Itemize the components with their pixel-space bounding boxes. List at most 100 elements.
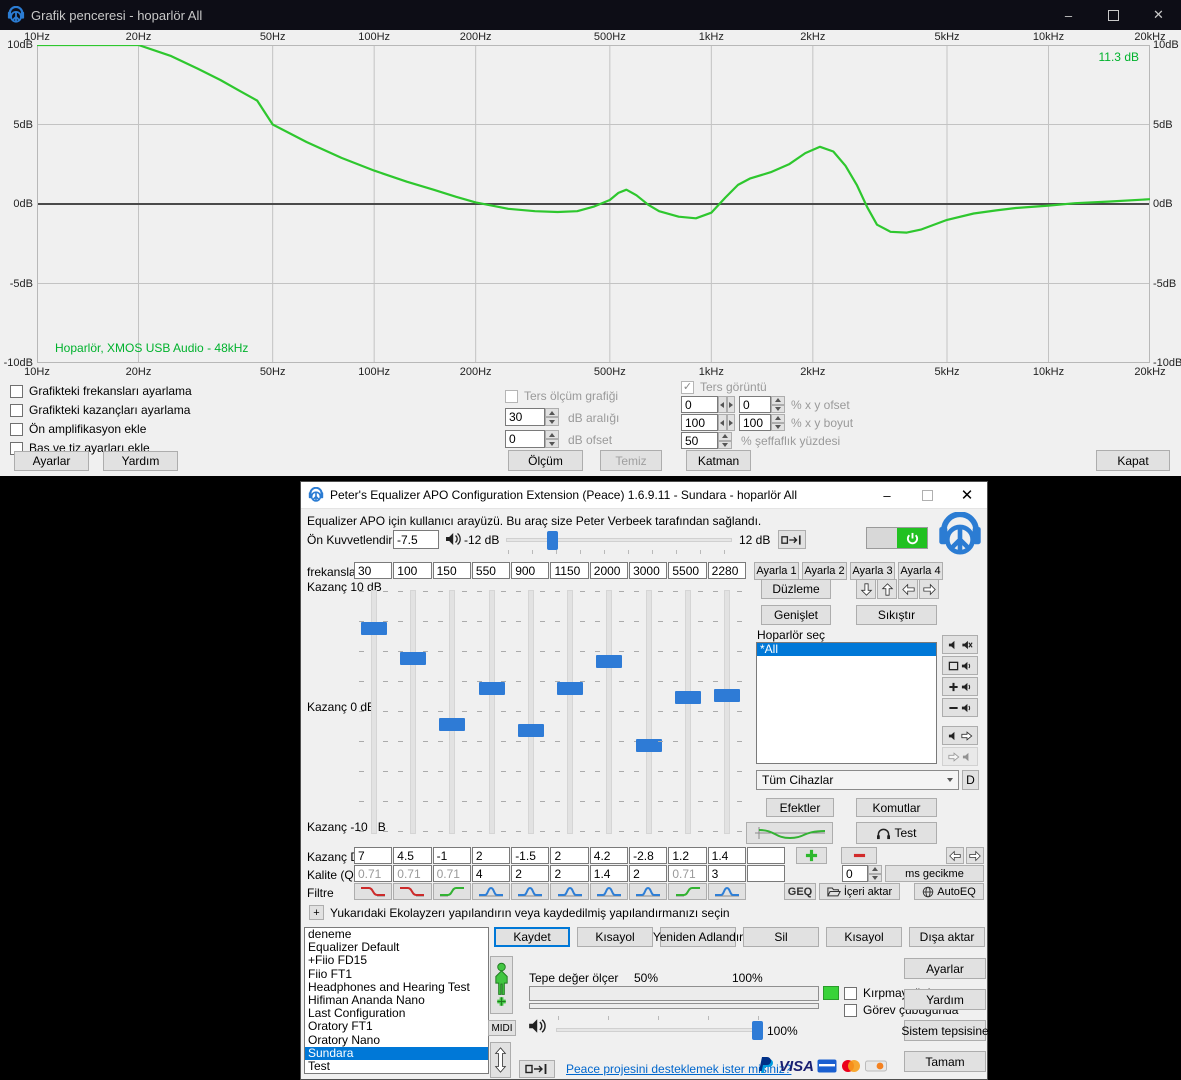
filter-type-button[interactable] <box>471 883 511 900</box>
eq-slider[interactable] <box>668 586 707 838</box>
efektler-button[interactable]: Efektler <box>766 798 834 817</box>
preset-list-item[interactable]: Sundara <box>305 1046 488 1060</box>
eq-slider-handle[interactable] <box>714 688 741 702</box>
gain-value-input[interactable]: 4.2 <box>589 847 629 864</box>
gain-value-input[interactable]: 1.2 <box>668 847 707 864</box>
expand-hint-button[interactable]: + <box>309 905 324 920</box>
eq-slider-track[interactable] <box>409 590 416 834</box>
speaker-square-button[interactable] <box>942 656 978 675</box>
ms-delay-button[interactable]: ms gecikme <box>885 865 984 882</box>
speaker-list-item[interactable]: *All <box>757 643 936 657</box>
preset-action-button[interactable]: Kısayol <box>577 927 653 947</box>
xy-size-v-spinner[interactable] <box>771 414 785 431</box>
preset-action-button[interactable]: Kısayol <box>826 927 902 947</box>
filter-type-button[interactable] <box>668 883 707 900</box>
eq-slider-handle[interactable] <box>399 651 426 665</box>
gain-value-input[interactable]: -2.8 <box>629 847 668 864</box>
filter-type-button[interactable] <box>511 883 550 900</box>
device-dropdown[interactable]: Tüm Cihazlar <box>756 770 959 790</box>
xy-offset-h-spinner[interactable] <box>718 396 735 413</box>
quality-input[interactable]: 2 <box>550 865 589 882</box>
quality-input[interactable]: 0.71 <box>668 865 707 882</box>
eq-slider-track[interactable] <box>449 590 456 834</box>
peace-on-off-toggle[interactable] <box>866 527 928 549</box>
xy-offset-y-input[interactable]: 0 <box>739 396 771 413</box>
eq-slider[interactable] <box>393 586 432 838</box>
checkbox-icon[interactable] <box>10 403 23 417</box>
quality-input[interactable]: 0.71 <box>393 865 432 882</box>
gain-value-input[interactable]: 2 <box>471 847 511 864</box>
band-right-button[interactable] <box>966 847 984 864</box>
graph-option-checkbox[interactable]: Grafikteki kazançları ayarlama <box>10 403 192 417</box>
opacity-input[interactable]: 50 <box>681 432 718 449</box>
delay-spinner[interactable] <box>868 865 882 882</box>
checkbox-icon[interactable] <box>844 986 857 1000</box>
frequency-input[interactable]: 30 <box>354 562 393 579</box>
eq-slider-handle[interactable] <box>517 723 544 737</box>
graph-option-checkbox[interactable]: Ön amplifikasyon ekle <box>10 422 192 436</box>
db-offset-spinner[interactable] <box>545 430 559 448</box>
eq-slider-handle[interactable] <box>439 717 466 731</box>
gain-value-input[interactable]: -1.5 <box>511 847 550 864</box>
volume-slider[interactable] <box>556 1021 763 1040</box>
quality-input[interactable]: 3 <box>707 865 746 882</box>
test-button[interactable]: Test <box>856 822 937 844</box>
eq-slider-track[interactable] <box>567 590 574 834</box>
olcum-button[interactable]: Ölçüm <box>508 450 583 471</box>
eq-slider-track[interactable] <box>527 590 534 834</box>
preset-list-item[interactable]: Oratory FT1 <box>305 1020 488 1033</box>
eq-slider[interactable] <box>708 586 747 838</box>
speaker-listbox[interactable]: *All <box>756 642 937 764</box>
gain-value-input[interactable]: 1.4 <box>707 847 746 864</box>
checkbox-icon[interactable] <box>10 422 23 436</box>
minimize-icon[interactable]: – <box>867 482 907 508</box>
preset-action-button[interactable]: Sil <box>743 927 819 947</box>
side-button[interactable]: Ayarlar <box>904 958 986 979</box>
inverse-view-checkbox[interactable]: ✓ Ters görüntü <box>681 380 767 394</box>
filter-type-button[interactable] <box>707 883 746 900</box>
eq-slider[interactable] <box>433 586 472 838</box>
quality-input[interactable] <box>746 865 786 882</box>
eq-slider-track[interactable] <box>724 590 731 834</box>
geq-button[interactable]: GEQ <box>784 883 816 900</box>
eq-slider[interactable] <box>511 586 550 838</box>
side-button[interactable]: Tamam <box>904 1051 986 1072</box>
preset-listbox[interactable]: deneme Equalizer Default +Fiio FD15 Fiio FT… <box>304 927 489 1074</box>
maximize-icon[interactable] <box>1091 0 1136 30</box>
checkbox-icon[interactable] <box>10 384 23 398</box>
eq-slider[interactable] <box>354 586 393 838</box>
filter-type-button[interactable] <box>589 883 629 900</box>
eq-slider-track[interactable] <box>488 590 495 834</box>
eq-slider-track[interactable] <box>606 590 613 834</box>
preset-list-item[interactable]: Fiio FT1 <box>305 967 488 981</box>
gain-value-input[interactable] <box>746 847 786 864</box>
frequency-input[interactable]: 3000 <box>629 562 668 579</box>
add-band-button[interactable] <box>796 847 827 864</box>
filter-type-button[interactable] <box>629 883 668 900</box>
preset-action-button[interactable]: Dışa aktar <box>909 927 985 947</box>
quality-input[interactable]: 4 <box>471 865 511 882</box>
route-bottom-button[interactable] <box>519 1060 555 1078</box>
speaker-route-out-button[interactable] <box>942 726 978 745</box>
preset-list-item[interactable]: Test <box>305 1059 488 1073</box>
eq-slider-handle[interactable] <box>596 655 623 669</box>
eq-slider[interactable] <box>590 586 629 838</box>
frequency-input[interactable]: 550 <box>471 562 511 579</box>
delay-input[interactable]: 0 <box>842 865 868 882</box>
preset-action-button[interactable]: Yeniden Adlandır <box>653 927 743 947</box>
shift-left-button[interactable] <box>898 579 918 599</box>
sikistir-button[interactable]: Sıkıştır <box>856 605 937 625</box>
frequency-input[interactable]: 900 <box>511 562 550 579</box>
quality-input[interactable]: 0.71 <box>432 865 471 882</box>
shift-right-button[interactable] <box>919 579 939 599</box>
eq-slider-handle[interactable] <box>675 691 702 705</box>
shift-up-button[interactable] <box>877 579 897 599</box>
kapat-button[interactable]: Kapat <box>1096 450 1170 471</box>
xy-size-y-input[interactable]: 100 <box>739 414 771 431</box>
remove-band-button[interactable] <box>841 847 877 864</box>
quality-input[interactable]: 0.71 <box>354 865 393 882</box>
eq-slider-handle[interactable] <box>557 681 584 695</box>
preset-action-button[interactable]: Kaydet <box>494 927 570 947</box>
eq-slider-track[interactable] <box>685 590 692 834</box>
frequency-input[interactable]: 5500 <box>668 562 707 579</box>
